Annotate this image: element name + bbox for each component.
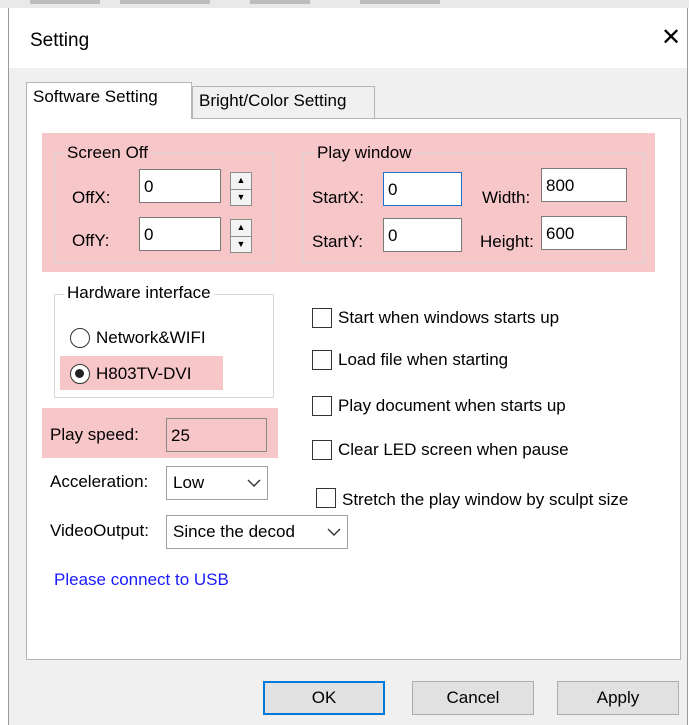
ok-button[interactable]: OK <box>263 681 385 715</box>
window-border-right <box>687 8 688 725</box>
radio-network-wifi[interactable] <box>70 328 90 348</box>
usb-status-text: Please connect to USB <box>54 570 229 589</box>
spin-up-icon[interactable]: ▲ <box>231 173 251 189</box>
offy-label: OffY: <box>72 231 110 250</box>
tab-software-setting[interactable]: Software Setting <box>26 82 192 119</box>
tab-bright-color-setting[interactable]: Bright/Color Setting <box>192 86 375 118</box>
checkbox-start-with-windows[interactable] <box>312 308 332 328</box>
offx-spinner[interactable]: ▲ ▼ <box>230 172 252 206</box>
spin-down-icon[interactable]: ▼ <box>231 235 251 253</box>
background-window-strip <box>0 0 689 8</box>
acceleration-select[interactable]: Low <box>166 466 268 500</box>
height-input[interactable] <box>541 216 627 250</box>
blurred-text <box>360 0 440 4</box>
spin-up-icon[interactable]: ▲ <box>231 220 251 236</box>
offx-label: OffX: <box>72 188 111 207</box>
checkbox-play-document[interactable] <box>312 396 332 416</box>
radio-h803tv-dvi[interactable] <box>70 364 90 384</box>
video-output-select[interactable]: Since the decod <box>166 515 348 549</box>
cancel-button[interactable]: Cancel <box>412 681 534 715</box>
offx-input[interactable] <box>139 169 221 203</box>
chevron-down-icon <box>321 528 347 536</box>
chevron-down-icon <box>241 479 267 487</box>
acceleration-label: Acceleration: <box>50 472 149 491</box>
acceleration-value: Low <box>173 473 205 492</box>
starty-input[interactable] <box>383 218 462 252</box>
starty-label: StartY: <box>312 232 364 251</box>
width-label: Width: <box>482 188 531 207</box>
play-speed-label: Play speed: <box>50 425 139 444</box>
startx-input[interactable] <box>383 172 462 206</box>
checkbox-label-start-with-windows: Start when windows starts up <box>338 308 560 327</box>
close-icon[interactable]: ✕ <box>656 22 686 54</box>
height-label: Height: <box>480 232 534 251</box>
offy-spinner[interactable]: ▲ ▼ <box>230 219 252 253</box>
checkbox-label-stretch-play-window: Stretch the play window by sculpt size <box>342 490 629 509</box>
checkbox-label-play-document: Play document when starts up <box>338 396 566 415</box>
video-output-value: Since the decod <box>173 522 295 541</box>
group-title-screen-off: Screen Off <box>64 143 151 163</box>
blurred-text <box>120 0 210 4</box>
blurred-text <box>250 0 310 4</box>
checkbox-stretch-play-window[interactable] <box>316 488 336 508</box>
group-title-hardware-interface: Hardware interface <box>64 283 214 303</box>
spin-down-icon[interactable]: ▼ <box>231 188 251 206</box>
video-output-label: VideoOutput: <box>50 521 149 540</box>
width-input[interactable] <box>541 168 627 202</box>
checkbox-load-file[interactable] <box>312 350 332 370</box>
apply-button[interactable]: Apply <box>557 681 679 715</box>
offy-input[interactable] <box>139 217 221 251</box>
checkbox-label-load-file: Load file when starting <box>338 350 509 369</box>
blurred-text <box>30 0 100 4</box>
radio-label-h803tv-dvi: H803TV-DVI <box>96 364 192 383</box>
radio-label-network-wifi: Network&WIFI <box>96 328 206 347</box>
checkbox-clear-led-screen[interactable] <box>312 440 332 460</box>
play-speed-input[interactable] <box>166 418 267 452</box>
startx-label: StartX: <box>312 188 364 207</box>
group-title-play-window: Play window <box>314 143 415 163</box>
checkbox-label-clear-led-screen: Clear LED screen when pause <box>338 440 569 459</box>
dialog-title: Setting <box>30 30 90 51</box>
